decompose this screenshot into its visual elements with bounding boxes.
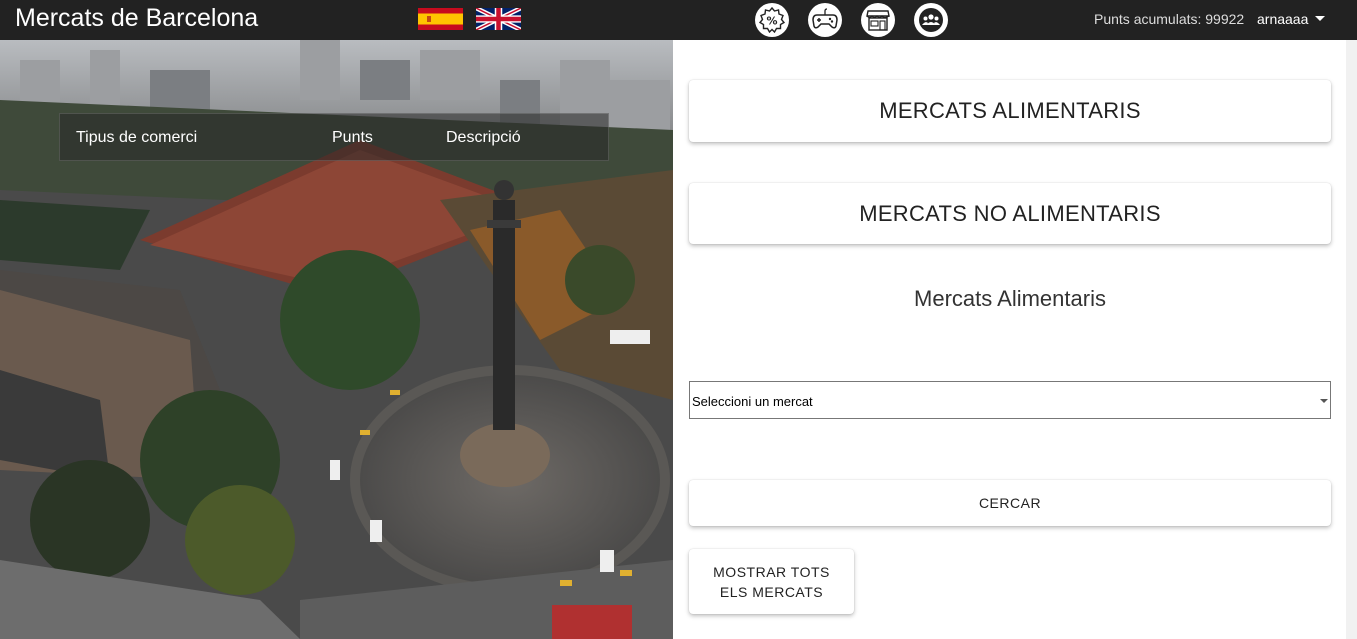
hero-city-photo: Tipus de comerci Punts Descripció bbox=[0, 40, 673, 639]
svg-text:%: % bbox=[766, 15, 777, 28]
subnav-item-tipus[interactable]: Tipus de comerci bbox=[76, 129, 197, 147]
search-button[interactable]: CERCAR bbox=[689, 480, 1331, 526]
category-button-alimentaris[interactable]: MERCATS ALIMENTARIS bbox=[689, 80, 1331, 142]
section-title: Mercats Alimentaris bbox=[914, 286, 1106, 311]
gamepad-icon[interactable] bbox=[808, 3, 842, 37]
points-counter: Punts acumulats: 99922 bbox=[1094, 11, 1245, 27]
store-icon[interactable] bbox=[861, 3, 895, 37]
user-menu[interactable]: arnaaaa bbox=[1257, 11, 1326, 27]
uk-flag-icon[interactable] bbox=[476, 8, 521, 30]
market-select[interactable]: Seleccioni un mercat bbox=[689, 381, 1331, 419]
discount-icon[interactable]: % bbox=[755, 3, 789, 37]
show-all-markets-button[interactable]: MOSTRAR TOTS ELS MERCATS bbox=[689, 549, 854, 614]
page-scrollbar[interactable] bbox=[1346, 40, 1357, 639]
market-select-value: Seleccioni un mercat bbox=[692, 394, 813, 409]
username-label: arnaaaa bbox=[1257, 11, 1309, 27]
spain-flag-icon[interactable] bbox=[418, 8, 463, 30]
hero-subnav: Tipus de comerci Punts Descripció bbox=[59, 113, 609, 161]
category-button-no-alimentaris[interactable]: MERCATS NO ALIMENTARIS bbox=[689, 183, 1331, 244]
community-icon[interactable] bbox=[914, 3, 948, 37]
subnav-item-punts[interactable]: Punts bbox=[332, 129, 373, 147]
top-navbar: Mercats de Barcelona % Punts acumulats: … bbox=[0, 0, 1357, 40]
chevron-down-icon bbox=[1320, 399, 1328, 403]
subnav-item-descripcio[interactable]: Descripció bbox=[446, 129, 521, 147]
chevron-down-icon bbox=[1315, 15, 1326, 21]
brand-title[interactable]: Mercats de Barcelona bbox=[15, 4, 258, 33]
